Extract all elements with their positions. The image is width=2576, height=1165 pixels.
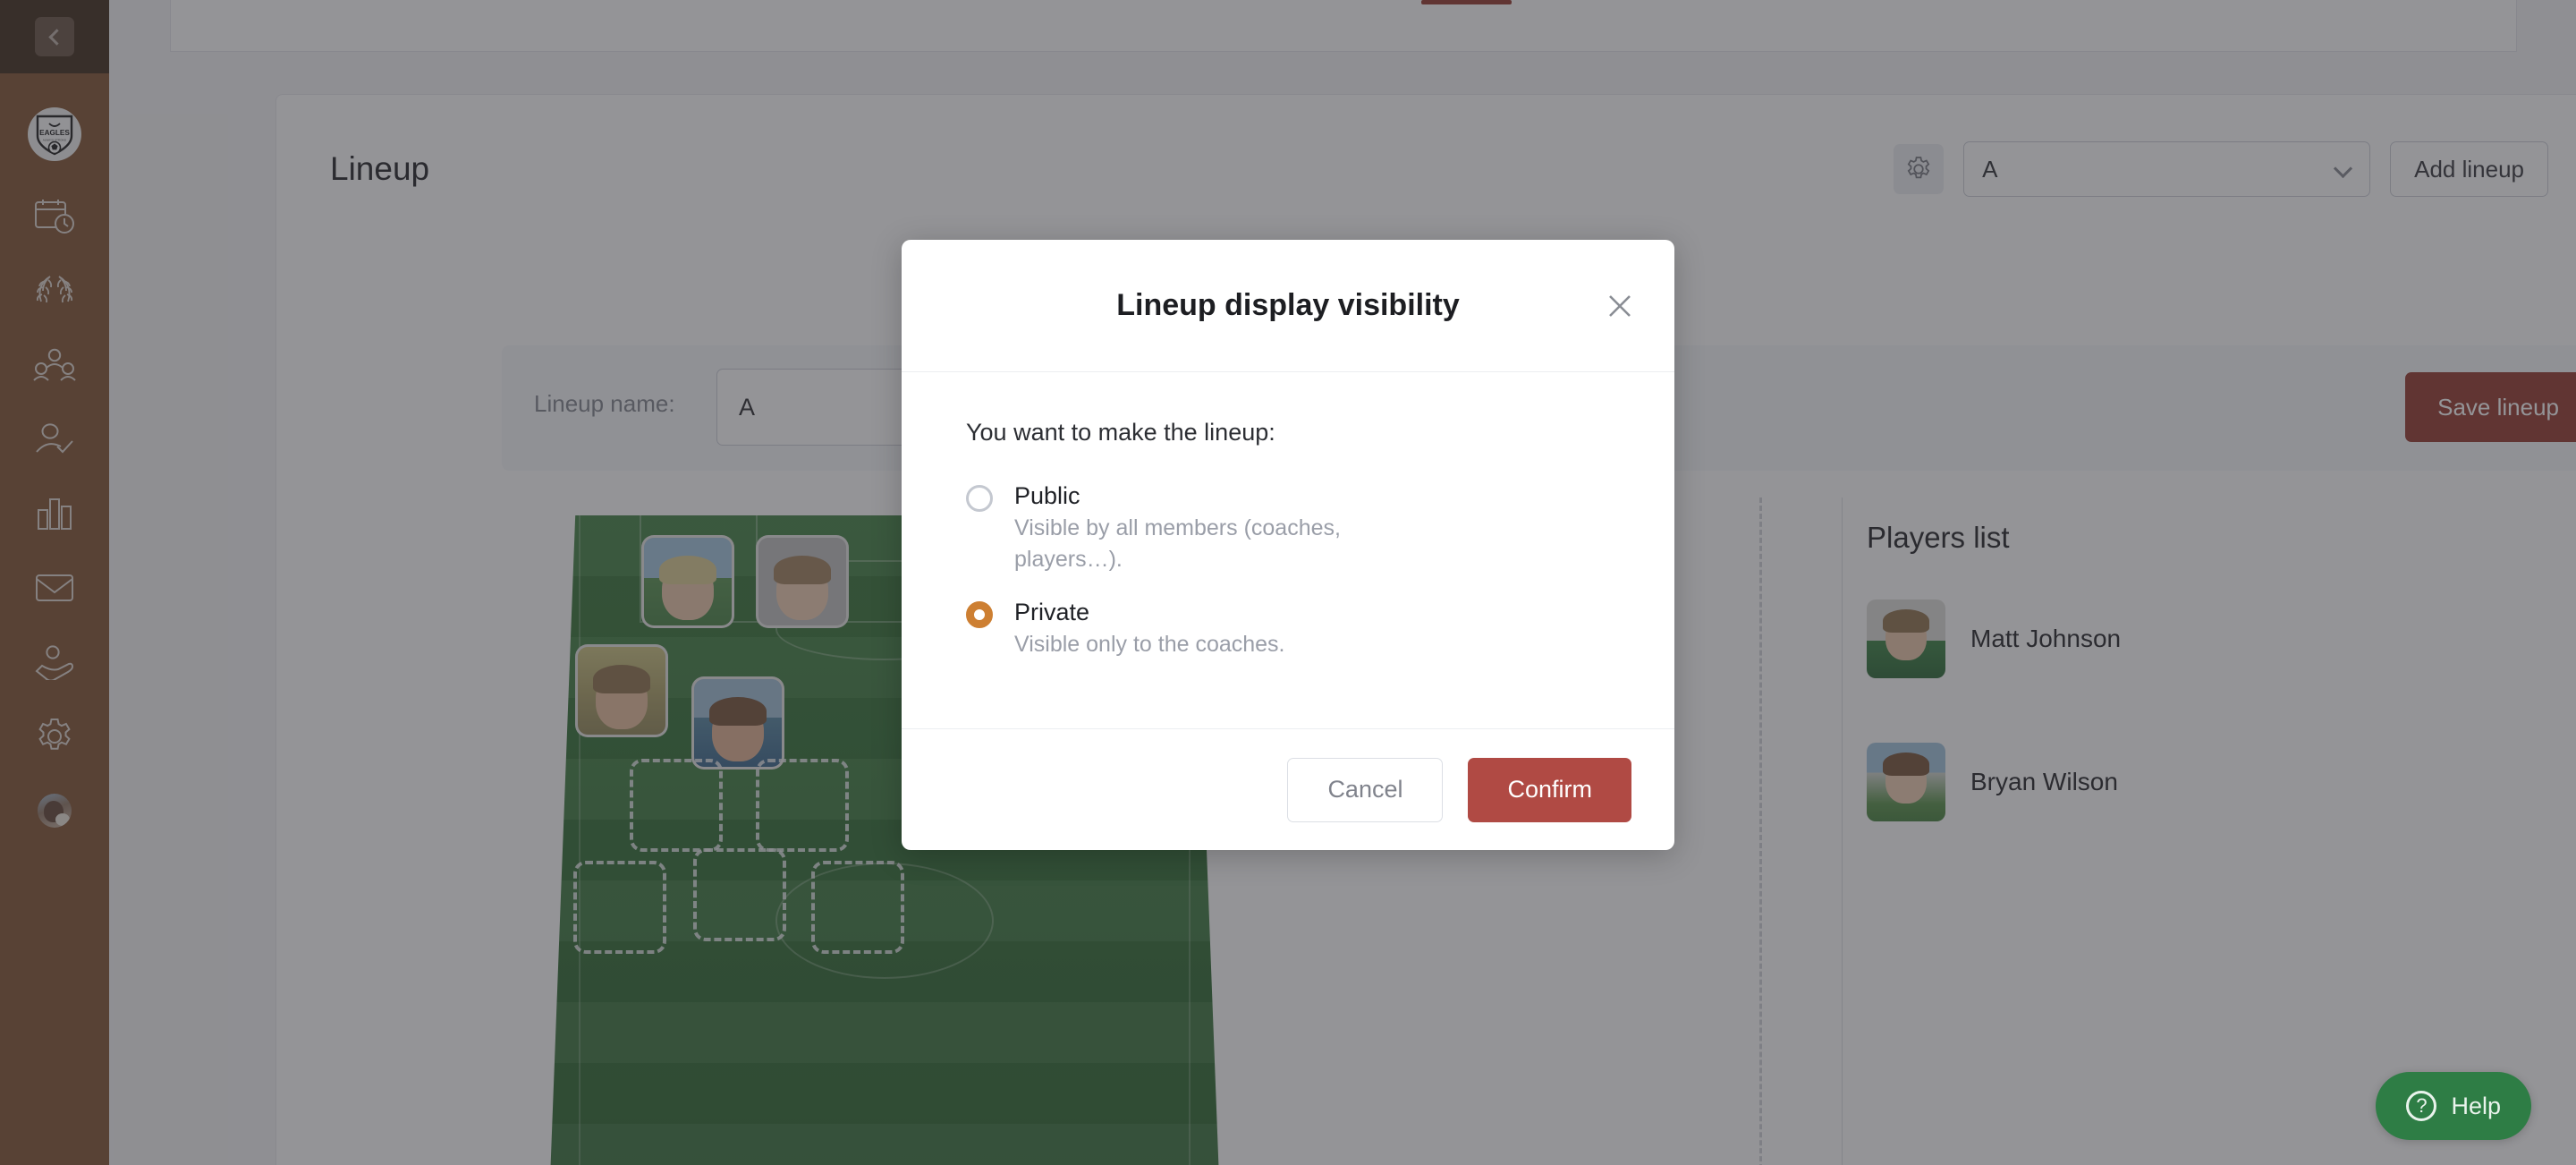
- help-button[interactable]: ? Help: [2376, 1072, 2531, 1140]
- modal-header: Lineup display visibility: [902, 240, 1674, 372]
- app-root: EAGLES ALWAYS STRONG: [0, 0, 2576, 1165]
- option-label: Private: [1014, 599, 1090, 625]
- option-description: Visible only to the coaches.: [1014, 632, 1285, 657]
- visibility-option-private[interactable]: Private Visible only to the coaches.: [966, 595, 1610, 669]
- confirm-button[interactable]: Confirm: [1468, 757, 1631, 822]
- lineup-visibility-modal: Lineup display visibility You want to ma…: [902, 240, 1674, 850]
- radio-private[interactable]: [966, 601, 993, 628]
- modal-prompt: You want to make the lineup:: [966, 419, 1275, 446]
- option-description: Visible by all members (coaches, players…: [1014, 515, 1341, 572]
- cancel-button[interactable]: Cancel: [1287, 757, 1444, 822]
- visibility-option-public[interactable]: Public Visible by all members (coaches, p…: [966, 479, 1610, 584]
- radio-public[interactable]: [966, 485, 993, 512]
- help-label: Help: [2451, 1092, 2501, 1119]
- option-texts: Public Visible by all members (coaches, p…: [1014, 479, 1399, 584]
- modal-close-button[interactable]: [1601, 287, 1639, 325]
- modal-body: You want to make the lineup: Public Visib…: [902, 372, 1674, 728]
- question-circle-icon: ?: [2406, 1091, 2437, 1121]
- option-texts: Private Visible only to the coaches.: [1014, 595, 1285, 669]
- close-icon: [1609, 294, 1631, 317]
- modal-title: Lineup display visibility: [1116, 288, 1460, 322]
- visibility-options: Public Visible by all members (coaches, p…: [966, 479, 1610, 669]
- option-label: Public: [1014, 482, 1080, 509]
- modal-footer: Cancel Confirm: [902, 728, 1674, 850]
